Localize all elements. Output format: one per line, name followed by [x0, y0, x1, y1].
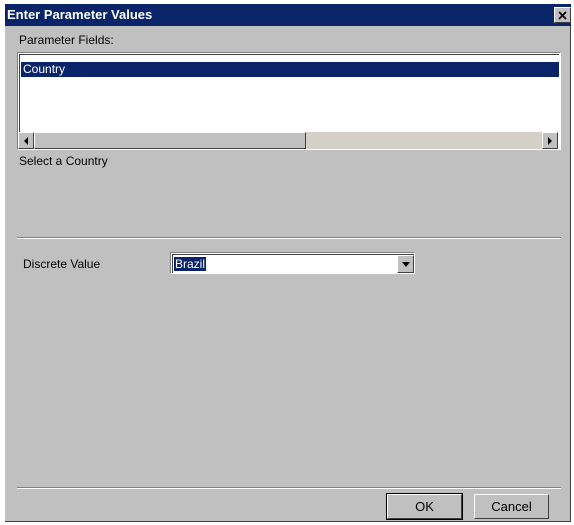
parameter-dialog: Enter Parameter Values Parameter Fields:… [5, 4, 571, 522]
scroll-left-button[interactable] [18, 132, 34, 149]
dropdown-selected-value: Brazil [174, 257, 207, 271]
list-item[interactable]: Country [21, 62, 559, 77]
parameter-prompt: Select a Country [19, 154, 108, 168]
divider [17, 487, 561, 489]
dropdown-button[interactable] [397, 255, 414, 273]
close-icon [558, 10, 567, 20]
scroll-right-button[interactable] [542, 132, 558, 149]
cancel-button[interactable]: Cancel [474, 494, 549, 519]
parameter-fields-label: Parameter Fields: [19, 33, 114, 47]
arrow-left-icon [24, 136, 28, 145]
discrete-value-dropdown[interactable]: Brazil [170, 252, 415, 274]
dialog-title: Enter Parameter Values [7, 7, 153, 22]
horizontal-scrollbar[interactable] [18, 132, 558, 149]
scrollbar-thumb[interactable] [34, 132, 306, 149]
parameter-fields-list[interactable]: Country [17, 52, 561, 150]
discrete-value-label: Discrete Value [23, 257, 101, 271]
close-button[interactable] [554, 7, 571, 23]
ok-button[interactable]: OK [386, 493, 463, 520]
arrow-right-icon [548, 136, 552, 145]
title-bar[interactable]: Enter Parameter Values [5, 4, 571, 26]
divider [17, 237, 561, 239]
chevron-down-icon [401, 261, 410, 267]
